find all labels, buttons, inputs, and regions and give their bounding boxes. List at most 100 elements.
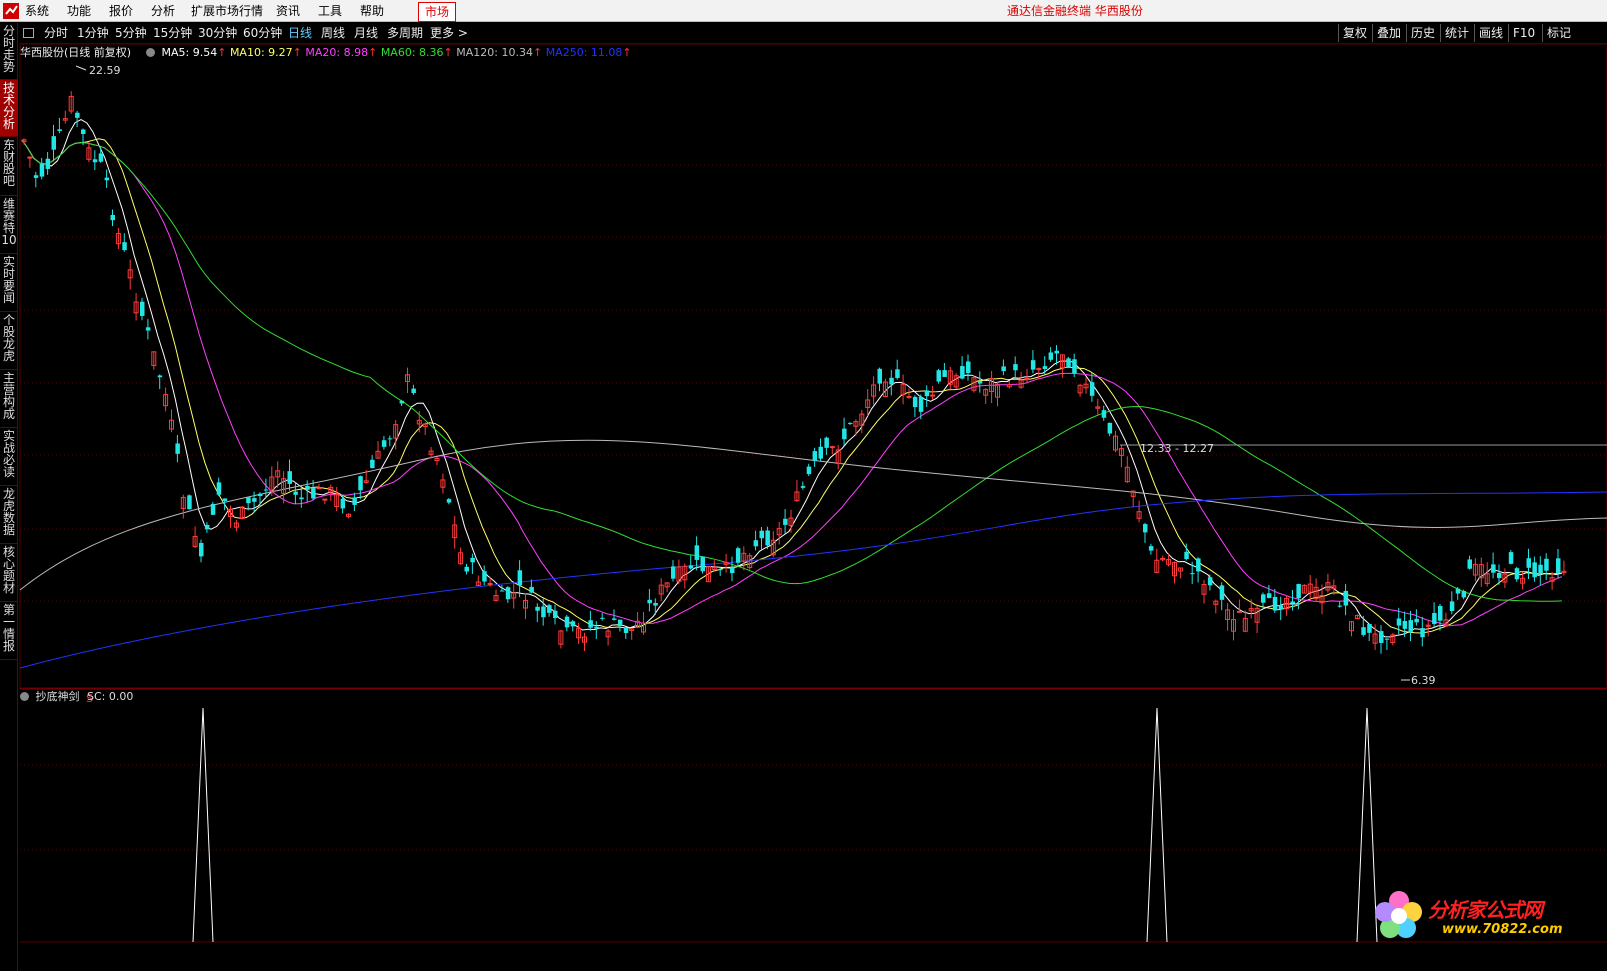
- candle-body-down: [499, 590, 505, 592]
- candle-body-down: [33, 175, 39, 178]
- candle-body-up: [1236, 610, 1242, 613]
- candle-body-down: [694, 545, 700, 560]
- candle-body-down: [1461, 590, 1467, 598]
- candle-body-down: [352, 497, 357, 505]
- candle-body-down: [1556, 558, 1561, 573]
- candle-body-down: [812, 451, 818, 462]
- candle-body-down: [1143, 524, 1148, 533]
- candle-body-up: [316, 487, 322, 490]
- ma10-up-arrow: ↑: [292, 46, 302, 59]
- candle-body-down: [98, 153, 104, 162]
- candle-body-down: [470, 557, 475, 563]
- main-panel-border: [19, 43, 1607, 689]
- candle-body-down: [464, 566, 469, 572]
- candle-body-down: [1013, 364, 1018, 371]
- candle-body-down: [57, 129, 62, 131]
- candle-body-down: [216, 482, 222, 495]
- candle-body-down: [1532, 562, 1537, 578]
- candle-body-down: [1290, 601, 1295, 604]
- candle-body-down: [553, 610, 558, 619]
- candle-body-down: [783, 518, 788, 525]
- candle-body-down: [848, 422, 853, 424]
- candle-body-down: [936, 370, 941, 382]
- candle-body-down: [1367, 623, 1372, 633]
- candle-body-down: [358, 476, 363, 491]
- candle-body-down: [535, 606, 540, 611]
- range-label: 12.33 - 12.27: [1140, 442, 1214, 455]
- candle-body-down: [895, 369, 900, 378]
- indicator-value: SC: 0.00: [87, 690, 134, 703]
- candle-body-down: [671, 566, 676, 579]
- ma5-value: MA5: 9.54: [161, 46, 218, 59]
- candle-body-down: [924, 390, 930, 397]
- ma120-up-arrow: ↑: [532, 46, 543, 59]
- ma250-value: MA250: 11.08: [545, 46, 623, 59]
- candle-body-down: [204, 524, 210, 530]
- candle-body-down: [700, 556, 705, 572]
- watermark-url: www.70822.com: [1442, 922, 1563, 937]
- candle-body-down: [1379, 631, 1384, 643]
- candle-body-down: [877, 368, 882, 384]
- candle-body-down: [765, 530, 770, 546]
- candle-body-down: [730, 567, 735, 574]
- low-price-label: 6.39: [1411, 674, 1436, 687]
- candle-body-down: [529, 586, 534, 593]
- candle-body-down: [299, 497, 304, 500]
- chart-grid: [19, 43, 1607, 851]
- candle-body-down: [122, 242, 127, 251]
- candle-body-up: [487, 582, 493, 585]
- candle-body-down: [1343, 590, 1349, 606]
- candle-body-down: [252, 498, 257, 502]
- candle-body-down: [1266, 593, 1272, 599]
- candle-body-down: [1048, 352, 1054, 360]
- candle-body-down: [210, 503, 216, 515]
- candle-body-down: [1497, 572, 1502, 579]
- candle-body-down: [293, 491, 298, 495]
- candle-body-down: [263, 489, 269, 491]
- candle-body-down: [1089, 382, 1095, 396]
- candle-body-down: [912, 396, 918, 408]
- high-price-label: 22.59: [89, 64, 121, 77]
- flower-logo-icon: [1375, 891, 1422, 938]
- legend-collapse-icon[interactable]: [146, 48, 155, 57]
- kline-chart[interactable]: 22.59 6.39 12.33 - 12.27 S: [0, 0, 1607, 971]
- candle-body-down: [1148, 546, 1154, 551]
- candle-body-down: [1296, 584, 1301, 599]
- candle-body-down: [187, 495, 192, 510]
- ma60-value: MA60: 8.36: [380, 46, 444, 59]
- sc-signal-spike: [1146, 707, 1168, 943]
- candle-body-down: [1544, 558, 1549, 571]
- moving-average-lines: [19, 119, 1607, 669]
- candle-body-down: [918, 396, 924, 412]
- candle-body-down: [1396, 618, 1402, 626]
- candle-body-down: [1438, 605, 1443, 621]
- candle-body-down: [1455, 588, 1461, 594]
- candle-body-down: [1402, 620, 1408, 629]
- candle-body-down: [246, 497, 251, 504]
- candle-body-down: [305, 485, 310, 490]
- ma250-up-arrow: ↑: [622, 46, 632, 59]
- candle-body-down: [1526, 558, 1531, 568]
- candle-body-down: [199, 542, 204, 557]
- candle-body-down: [411, 388, 416, 394]
- ma-legend: MA5: 9.54↑ MA10: 9.27↑ MA20: 8.98↑ MA60:…: [146, 45, 632, 61]
- chart-annotations: 22.59 6.39 12.33 - 12.27 S: [75, 64, 1436, 705]
- candle-body-down: [564, 616, 570, 628]
- ma5-line: [21, 119, 1562, 638]
- candle-body-down: [39, 163, 45, 177]
- candle-body-down: [1261, 594, 1266, 603]
- candle-body-down: [889, 377, 894, 385]
- candle-body-down: [1042, 366, 1048, 370]
- ma60-line: [21, 139, 1562, 602]
- candle-body-down: [104, 177, 110, 181]
- candle-body-down: [759, 530, 764, 539]
- candle-body-down: [1101, 410, 1107, 418]
- candle-body-down: [800, 486, 806, 488]
- candle-body-down: [623, 627, 629, 634]
- candle-body-down: [258, 493, 263, 497]
- ma60-up-arrow: ↑: [443, 46, 453, 59]
- candle-body-down: [753, 540, 759, 547]
- stock-label: 华西股份(日线 前复权): [20, 46, 132, 59]
- candle-body-down: [140, 301, 145, 316]
- indicator-collapse-icon[interactable]: [20, 692, 29, 701]
